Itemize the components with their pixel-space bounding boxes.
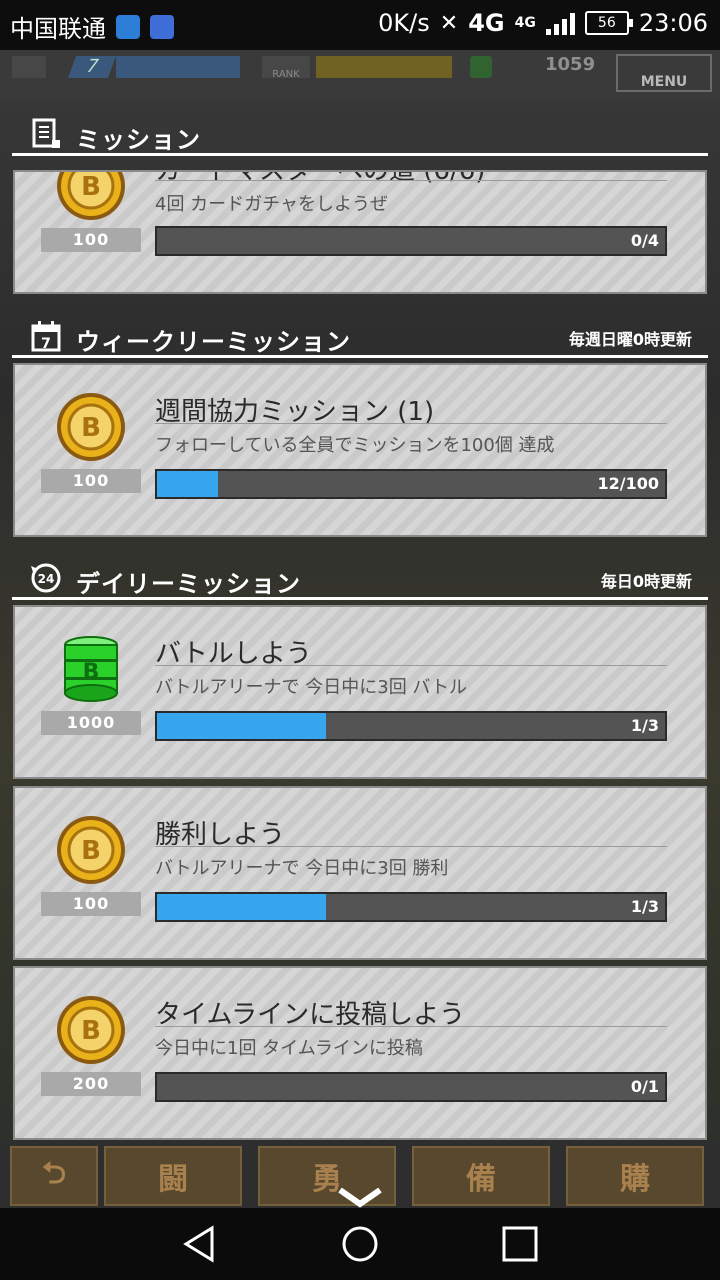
section-divider bbox=[12, 597, 708, 600]
gold-coin-icon: B bbox=[57, 816, 125, 884]
notification-app-icon bbox=[116, 14, 140, 39]
network-type-1: 4G bbox=[468, 9, 505, 37]
gold-coin-icon: B bbox=[57, 393, 125, 461]
name-underline bbox=[155, 665, 667, 666]
svg-text:B: B bbox=[81, 413, 101, 443]
daily-section-title: デイリーミッション bbox=[76, 570, 301, 598]
top-hud: 7 RANK bbox=[0, 50, 720, 100]
svg-text:24: 24 bbox=[38, 572, 55, 586]
svg-text:B: B bbox=[81, 836, 101, 866]
name-underline bbox=[155, 180, 667, 181]
mission-card[interactable]: B 200 タイムラインに投稿しよう 今日中に1回 タイムラインに投稿 0/1 bbox=[13, 966, 707, 1140]
mission-name: カードマスターへの道 (6/6) bbox=[155, 170, 486, 186]
reward-amount: 1000 bbox=[41, 711, 141, 735]
mission-description: 4回 カードガチャをしようぜ bbox=[155, 194, 388, 215]
rank-label: RANK bbox=[262, 56, 310, 80]
progress-bar: 12/100 bbox=[155, 469, 667, 499]
name-underline bbox=[155, 846, 667, 847]
mission-card[interactable]: B 100 勝利しよう バトルアリーナで 今日中に3回 勝利 1/3 bbox=[13, 786, 707, 960]
clock: 23:06 bbox=[638, 9, 708, 37]
weekly-update-note: 毎週日曜0時更新 bbox=[568, 330, 692, 349]
mission-card[interactable]: B 100 週間協力ミッション (1) フォローしている全員でミッションを100… bbox=[13, 363, 707, 537]
mission-description: フォローしている全員でミッションを100個 達成 bbox=[155, 435, 555, 456]
green-barrel-icon: B bbox=[64, 636, 118, 702]
mission-description: バトルアリーナで 今日中に3回 勝利 bbox=[155, 858, 449, 879]
mission-card[interactable]: B 100 カードマスターへの道 (6/6) 4回 カードガチャをしようぜ 0/… bbox=[13, 170, 707, 294]
green-barrel-icon bbox=[470, 56, 492, 78]
progress-bar: 1/3 bbox=[155, 892, 667, 922]
document-icon bbox=[32, 118, 60, 148]
progress-count: 12/100 bbox=[597, 474, 659, 493]
status-bar: 中国联通 0K/s ✕ 4G 4G 56 23:06 bbox=[0, 0, 720, 50]
carrier-label: 中国联通 bbox=[10, 15, 106, 43]
reward-amount: 100 bbox=[41, 228, 141, 252]
progress-fill bbox=[157, 471, 218, 497]
home-nav-icon[interactable] bbox=[340, 1224, 380, 1264]
reward-amount: 100 bbox=[41, 892, 141, 916]
gold-coin-icon: B bbox=[57, 172, 125, 220]
mission-section-header: ミッション bbox=[12, 112, 708, 156]
tab-shop[interactable]: 購 bbox=[566, 1146, 704, 1206]
battery-icon: 56 bbox=[584, 11, 633, 35]
network-type-2: 4G bbox=[514, 15, 536, 31]
svg-text:B: B bbox=[81, 1016, 101, 1046]
back-nav-icon[interactable] bbox=[180, 1224, 220, 1264]
progress-count: 1/3 bbox=[630, 716, 659, 735]
name-underline bbox=[155, 423, 667, 424]
network-speed: 0K/s bbox=[378, 9, 430, 37]
weekly-section-title: ウィークリーミッション bbox=[76, 328, 351, 356]
rank-bar bbox=[316, 56, 452, 78]
24-hour-icon: 24 bbox=[31, 563, 61, 593]
menu-button[interactable]: MENU bbox=[616, 54, 712, 92]
weekly-section-header: 7 ウィークリーミッション 毎週日曜0時更新 bbox=[12, 314, 708, 358]
svg-text:B: B bbox=[83, 660, 100, 685]
calendar-icon: 7 bbox=[31, 321, 61, 352]
tab-battle[interactable]: 闘 bbox=[104, 1146, 242, 1206]
back-button[interactable]: ⮌ bbox=[10, 1146, 98, 1206]
progress-count: 0/4 bbox=[630, 231, 659, 250]
chevron-down-icon[interactable] bbox=[336, 1188, 384, 1208]
gold-coin-icon: B bbox=[57, 996, 125, 1064]
recents-nav-icon[interactable] bbox=[500, 1224, 540, 1264]
progress-bar: 0/1 bbox=[155, 1072, 667, 1102]
level-badge: 7 bbox=[67, 56, 117, 78]
mission-description: 今日中に1回 タイムラインに投稿 bbox=[155, 1038, 423, 1059]
vibrate-off-icon: ✕ bbox=[439, 10, 459, 36]
exp-bar bbox=[116, 56, 240, 78]
svg-text:7: 7 bbox=[41, 336, 51, 352]
reward-amount: 100 bbox=[41, 469, 141, 493]
reward-amount: 200 bbox=[41, 1072, 141, 1096]
mission-description: バトルアリーナで 今日中に3回 バトル bbox=[155, 677, 467, 698]
progress-count: 1/3 bbox=[630, 897, 659, 916]
daily-section-header: 24 デイリーミッション 毎日0時更新 bbox=[12, 556, 708, 600]
health-app-icon bbox=[150, 14, 174, 39]
player-icon bbox=[12, 56, 46, 78]
navigation-bar bbox=[0, 1208, 720, 1280]
progress-bar: 1/3 bbox=[155, 711, 667, 741]
progress-fill bbox=[157, 713, 327, 739]
points-value: 1059 bbox=[545, 54, 596, 75]
mission-section-title: ミッション bbox=[76, 126, 201, 154]
name-underline bbox=[155, 1026, 667, 1027]
progress-bar: 0/4 bbox=[155, 226, 667, 256]
daily-update-note: 毎日0時更新 bbox=[600, 572, 692, 591]
signal-icon bbox=[545, 11, 575, 35]
tab-equip[interactable]: 備 bbox=[412, 1146, 550, 1206]
svg-text:B: B bbox=[81, 172, 101, 202]
progress-fill bbox=[157, 894, 327, 920]
section-divider bbox=[12, 355, 708, 358]
mission-card[interactable]: B 1000 バトルしよう バトルアリーナで 今日中に3回 バトル 1/3 bbox=[13, 605, 707, 779]
progress-count: 0/1 bbox=[630, 1077, 659, 1096]
section-divider bbox=[12, 153, 708, 156]
